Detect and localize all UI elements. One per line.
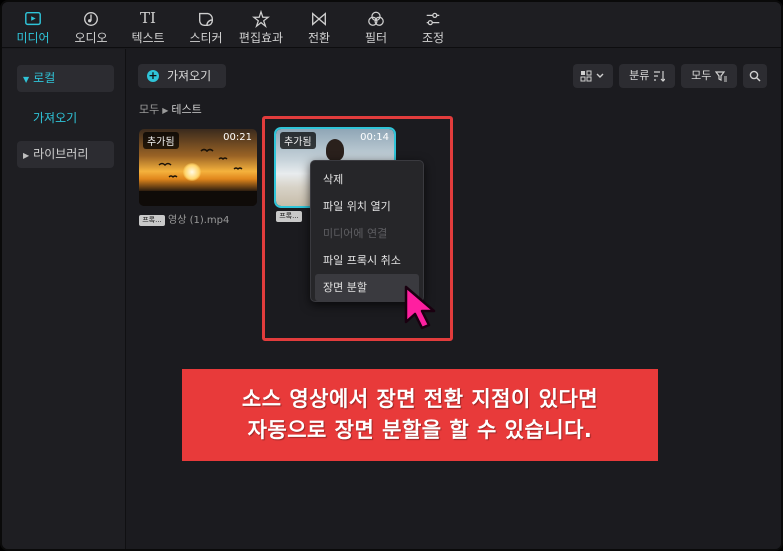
tab-label: 편집효과 (238, 31, 284, 45)
menu-item-cancel-proxy[interactable]: 파일 프록시 취소 (315, 247, 419, 274)
caret-right-icon: ▶ (23, 151, 30, 160)
duration-label: 00:21 (223, 132, 252, 143)
menu-item-delete[interactable]: 삭제 (315, 166, 419, 193)
added-badge: 추가됨 (143, 132, 179, 149)
import-button-label: 가져오기 (167, 69, 212, 83)
menu-item-open-file-location[interactable]: 파일 위치 열기 (315, 193, 419, 220)
tab-effects[interactable]: 편집효과 (232, 8, 290, 46)
media-item[interactable]: 추가됨 00:21 프록... 영상 (1).mp4 (139, 129, 257, 226)
adjust-icon (404, 8, 462, 28)
search-icon (749, 70, 761, 82)
tab-text[interactable]: TI 텍스트 (119, 8, 177, 46)
audio-icon (62, 8, 120, 28)
breadcrumb-root[interactable]: 모두 (139, 103, 159, 116)
tab-sticker[interactable]: 스티커 (177, 8, 235, 46)
transition-icon (290, 8, 348, 28)
breadcrumb: 모두 ▶ 테스트 (139, 101, 202, 117)
tab-label: 오디오 (74, 31, 108, 45)
sidebar-item-label: 라이브러리 (33, 147, 89, 161)
filename-text: 영상 (1).mp4 (168, 215, 230, 226)
filter-funnel-icon (714, 71, 727, 82)
sidebar-item-library[interactable]: ▶ 라이브러리 (17, 141, 114, 168)
effects-icon (232, 8, 290, 28)
sort-icon (653, 71, 666, 82)
plus-icon: + (147, 69, 159, 82)
media-icon (4, 8, 62, 28)
sort-button-label: 분류 (629, 69, 650, 82)
caption-line: 소스 영상에서 장면 전환 지점이 있다면 (241, 387, 599, 411)
caption-line: 자동으로 장면 분할을 할 수 있습니다. (247, 418, 593, 442)
tab-label: 텍스트 (131, 31, 165, 45)
menu-item-link-media: 미디어에 연결 (323, 227, 388, 240)
text-icon: TI (140, 9, 156, 27)
filter-button-label: 모두 (691, 69, 712, 82)
tab-audio[interactable]: 오디오 (62, 8, 120, 46)
caption-banner: 소스 영상에서 장면 전환 지점이 있다면 자동으로 장면 분할을 할 수 있습… (182, 369, 658, 461)
search-button[interactable] (743, 64, 767, 88)
filter-icon (347, 8, 405, 28)
view-mode-button[interactable] (573, 64, 613, 88)
app-window: 미디어 오디오 TI 텍스트 스티커 편집효과 전환 필터 조정 ▼ 로컬 가져… (0, 0, 783, 551)
media-panel: + 가져오기 분류 모두 모두 ▶ 테스트 추가됨 00:21 프록... 영상… (127, 49, 781, 549)
sticker-icon (177, 8, 235, 28)
sidebar-item-import[interactable]: 가져오기 (33, 109, 77, 126)
pointer-cursor-icon (404, 285, 436, 330)
tab-transition[interactable]: 전환 (290, 8, 348, 46)
caret-down-icon: ▼ (23, 75, 30, 84)
tab-media[interactable]: 미디어 (4, 8, 62, 46)
sort-button[interactable]: 분류 (619, 64, 675, 88)
tab-label: 미디어 (16, 31, 50, 45)
grid-view-icon (580, 70, 604, 82)
breadcrumb-current: 테스트 (171, 103, 202, 116)
tab-adjust[interactable]: 조정 (404, 8, 462, 46)
context-menu: 삭제 파일 위치 열기 미디어에 연결 파일 프록시 취소 장면 분할 (310, 160, 424, 302)
sidebar-item-label: 로컬 (33, 71, 56, 85)
video-thumbnail[interactable]: 추가됨 00:21 (139, 129, 257, 206)
filter-button[interactable]: 모두 (681, 64, 737, 88)
sidebar: ▼ 로컬 가져오기 ▶ 라이브러리 (2, 49, 126, 549)
sidebar-item-local[interactable]: ▼ 로컬 (17, 65, 114, 92)
proxy-chip: 프록... (139, 214, 165, 226)
tab-label: 전환 (307, 31, 331, 45)
caret-right-icon: ▶ (162, 106, 169, 115)
top-tab-bar: 미디어 오디오 TI 텍스트 스티커 편집효과 전환 필터 조정 (2, 2, 781, 48)
tab-label: 조정 (421, 31, 445, 45)
tab-label: 필터 (364, 31, 388, 45)
tab-label: 스티커 (189, 31, 223, 45)
media-filename: 프록... 영상 (1).mp4 (139, 211, 257, 226)
tab-filter[interactable]: 필터 (347, 8, 405, 46)
import-button[interactable]: + 가져오기 (138, 64, 226, 88)
